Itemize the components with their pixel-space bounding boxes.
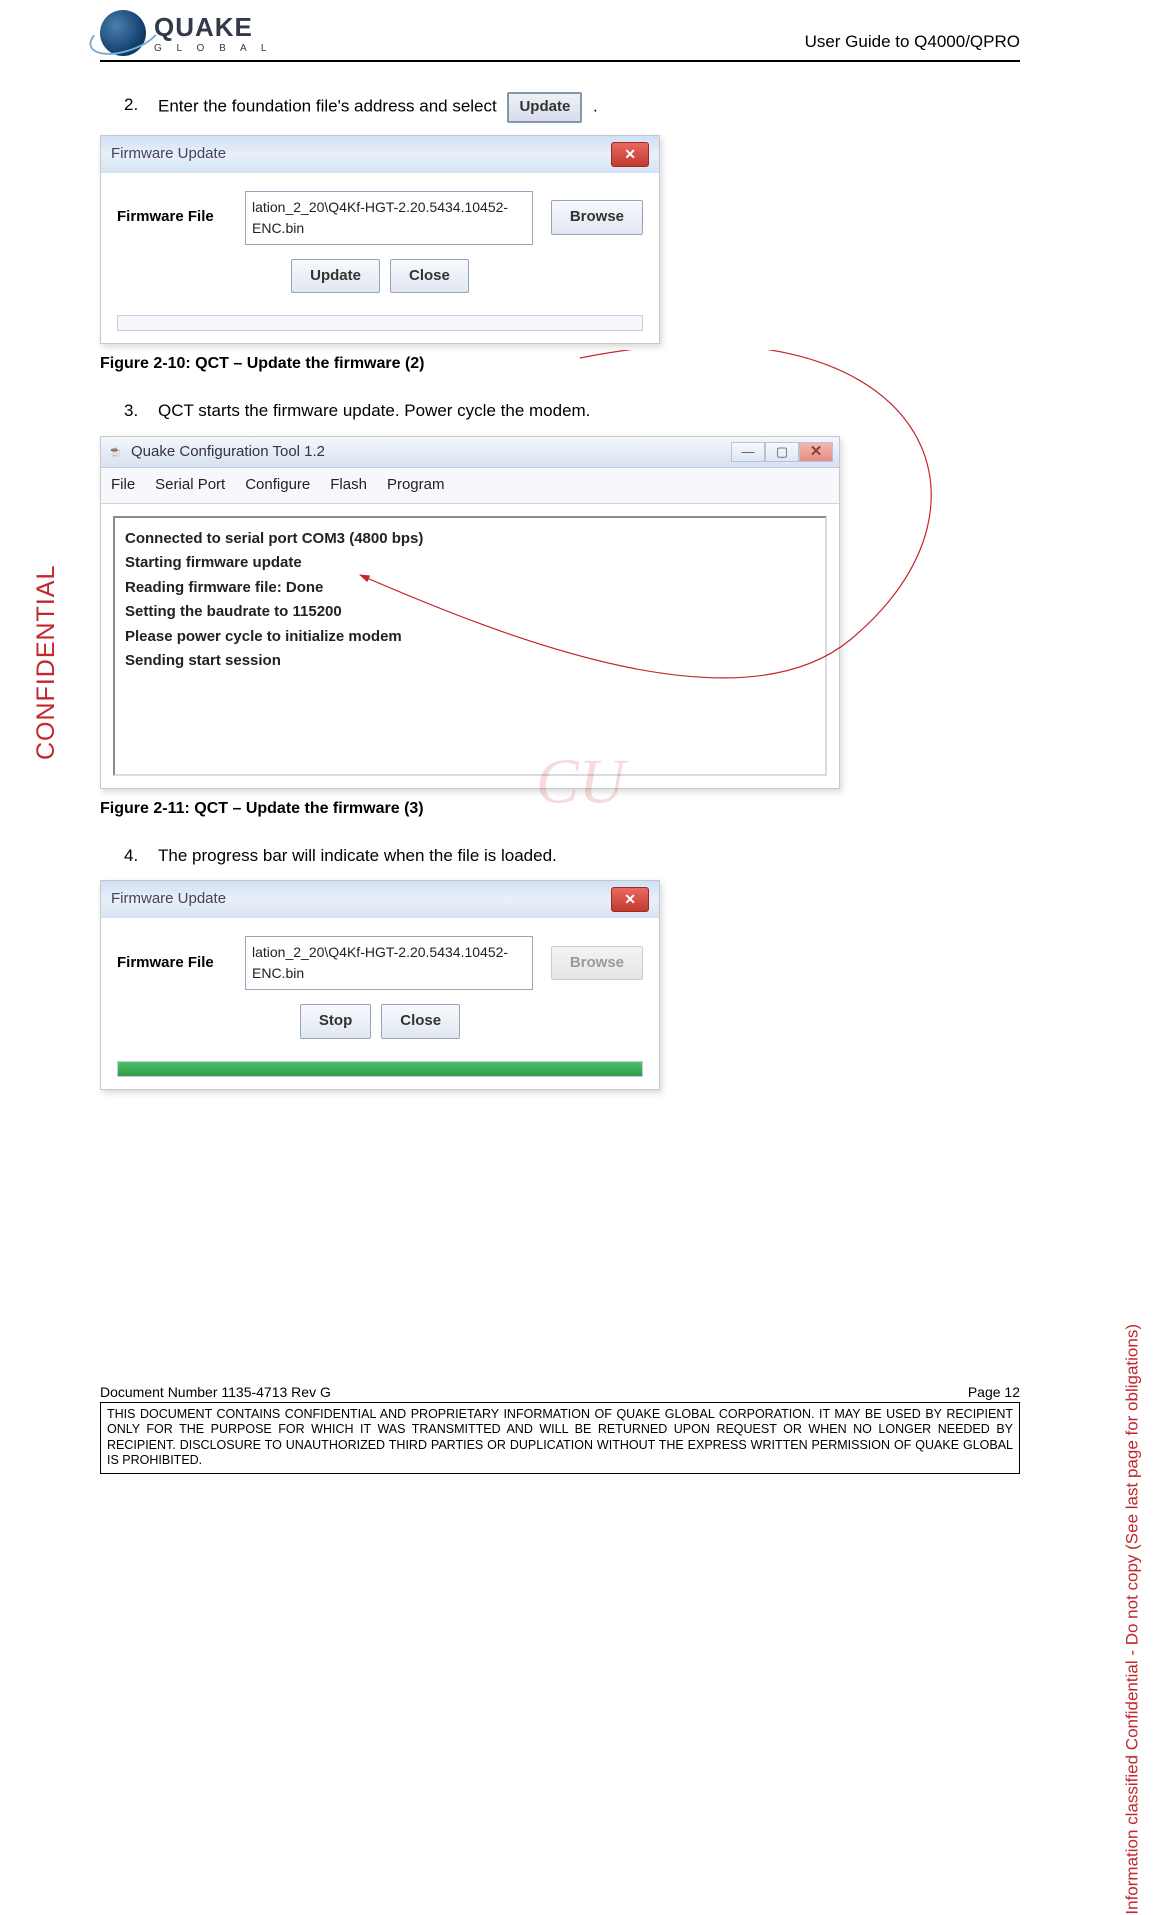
maximize-icon[interactable]: ▢	[765, 442, 799, 462]
step-2-text-a: Enter the foundation file's address and …	[158, 97, 501, 116]
fig3-progress-bar	[117, 1061, 643, 1077]
logo-text-sub: G L O B A L	[154, 43, 272, 54]
page-number: Page 12	[968, 1384, 1020, 1400]
console-line-5: Please power cycle to initialize modem	[125, 626, 815, 649]
close-window-icon[interactable]: ✕	[799, 442, 833, 462]
fig1-file-field[interactable]: lation_2_20\Q4Kf-HGT-2.20.5434.10452-ENC…	[245, 191, 533, 245]
step-3-number: 3.	[124, 398, 142, 424]
fig3-file-label: Firmware File	[117, 952, 227, 975]
console-line-2: Starting firmware update	[125, 552, 815, 575]
legal-notice: THIS DOCUMENT CONTAINS CONFIDENTIAL AND …	[100, 1403, 1020, 1475]
page-content: QUAKE G L O B A L User Guide to Q4000/QP…	[100, 10, 1020, 1096]
logo-globe-icon	[100, 10, 146, 56]
console-line-3: Reading firmware file: Done	[125, 577, 815, 600]
logo-text-main: QUAKE	[154, 12, 272, 43]
fig3-file-field[interactable]: lation_2_20\Q4Kf-HGT-2.20.5434.10452-ENC…	[245, 936, 533, 990]
menu-program[interactable]: Program	[387, 474, 445, 497]
menu-file[interactable]: File	[111, 474, 135, 497]
logo: QUAKE G L O B A L	[100, 10, 272, 56]
figure-2-11: ☕ Quake Configuration Tool 1.2 — ▢ ✕ Fil…	[100, 436, 840, 789]
figure-2-10: Firmware Update ✕ Firmware File lation_2…	[100, 135, 660, 345]
fig1-browse-button[interactable]: Browse	[551, 200, 643, 235]
step-4: 4. The progress bar will indicate when t…	[124, 843, 1020, 869]
figure-progress: Firmware Update ✕ Firmware File lation_2…	[100, 880, 660, 1090]
menu-flash[interactable]: Flash	[330, 474, 367, 497]
menu-configure[interactable]: Configure	[245, 474, 310, 497]
doc-title: User Guide to Q4000/QPRO	[805, 32, 1020, 52]
fig2-caption: Figure 2-11: QCT – Update the firmware (…	[100, 797, 1020, 821]
page-footer: Document Number 1135-4713 Rev G Page 12 …	[100, 1384, 1020, 1475]
menu-serial-port[interactable]: Serial Port	[155, 474, 225, 497]
step-2: 2. Enter the foundation file's address a…	[124, 92, 1020, 123]
fig1-close-button[interactable]: Close	[390, 259, 469, 294]
fig3-title: Firmware Update	[111, 888, 226, 911]
console-line-4: Setting the baudrate to 115200	[125, 601, 815, 624]
page-header: QUAKE G L O B A L User Guide to Q4000/QP…	[100, 10, 1020, 62]
fig3-browse-button: Browse	[551, 946, 643, 981]
step-3: 3. QCT starts the firmware update. Power…	[124, 398, 1020, 424]
inline-update-button: Update	[507, 92, 582, 123]
fig1-title: Firmware Update	[111, 143, 226, 166]
fig3-close-button[interactable]: Close	[381, 1004, 460, 1039]
step-2-number: 2.	[124, 92, 142, 123]
step-2-text: Enter the foundation file's address and …	[158, 92, 598, 123]
console-line-0: Connected to serial port COM3 (4800 bps)	[125, 528, 815, 551]
step-3-text: QCT starts the firmware update. Power cy…	[158, 398, 590, 424]
doc-number: Document Number 1135-4713 Rev G	[100, 1384, 331, 1400]
qct-console: Connected to serial port COM3 (4800 bps)…	[113, 516, 827, 776]
qct-menu-bar: File Serial Port Configure Flash Program	[101, 468, 839, 504]
console-line-6: Sending start session	[125, 650, 815, 673]
step-4-text: The progress bar will indicate when the …	[158, 843, 557, 869]
qct-titlebar: ☕ Quake Configuration Tool 1.2 — ▢ ✕	[101, 437, 839, 469]
fig1-progress-bar	[117, 315, 643, 331]
step-4-number: 4.	[124, 843, 142, 869]
fig1-caption: Figure 2-10: QCT – Update the firmware (…	[100, 352, 1020, 376]
fig3-titlebar: Firmware Update ✕	[101, 881, 659, 918]
fig1-file-label: Firmware File	[117, 206, 227, 229]
fig1-update-button[interactable]: Update	[291, 259, 380, 294]
fig3-stop-button[interactable]: Stop	[300, 1004, 371, 1039]
qct-title: Quake Configuration Tool 1.2	[131, 441, 325, 464]
minimize-icon[interactable]: —	[731, 442, 765, 462]
close-icon[interactable]: ✕	[611, 142, 649, 167]
confidential-side-label: CONFIDENTIAL	[32, 565, 61, 760]
step-2-text-b: .	[593, 97, 598, 116]
obligations-side-label: Information classified Confidential - Do…	[1123, 1324, 1143, 1915]
fig1-titlebar: Firmware Update ✕	[101, 136, 659, 173]
java-icon: ☕	[107, 444, 123, 460]
fig3-close-icon[interactable]: ✕	[611, 887, 649, 912]
